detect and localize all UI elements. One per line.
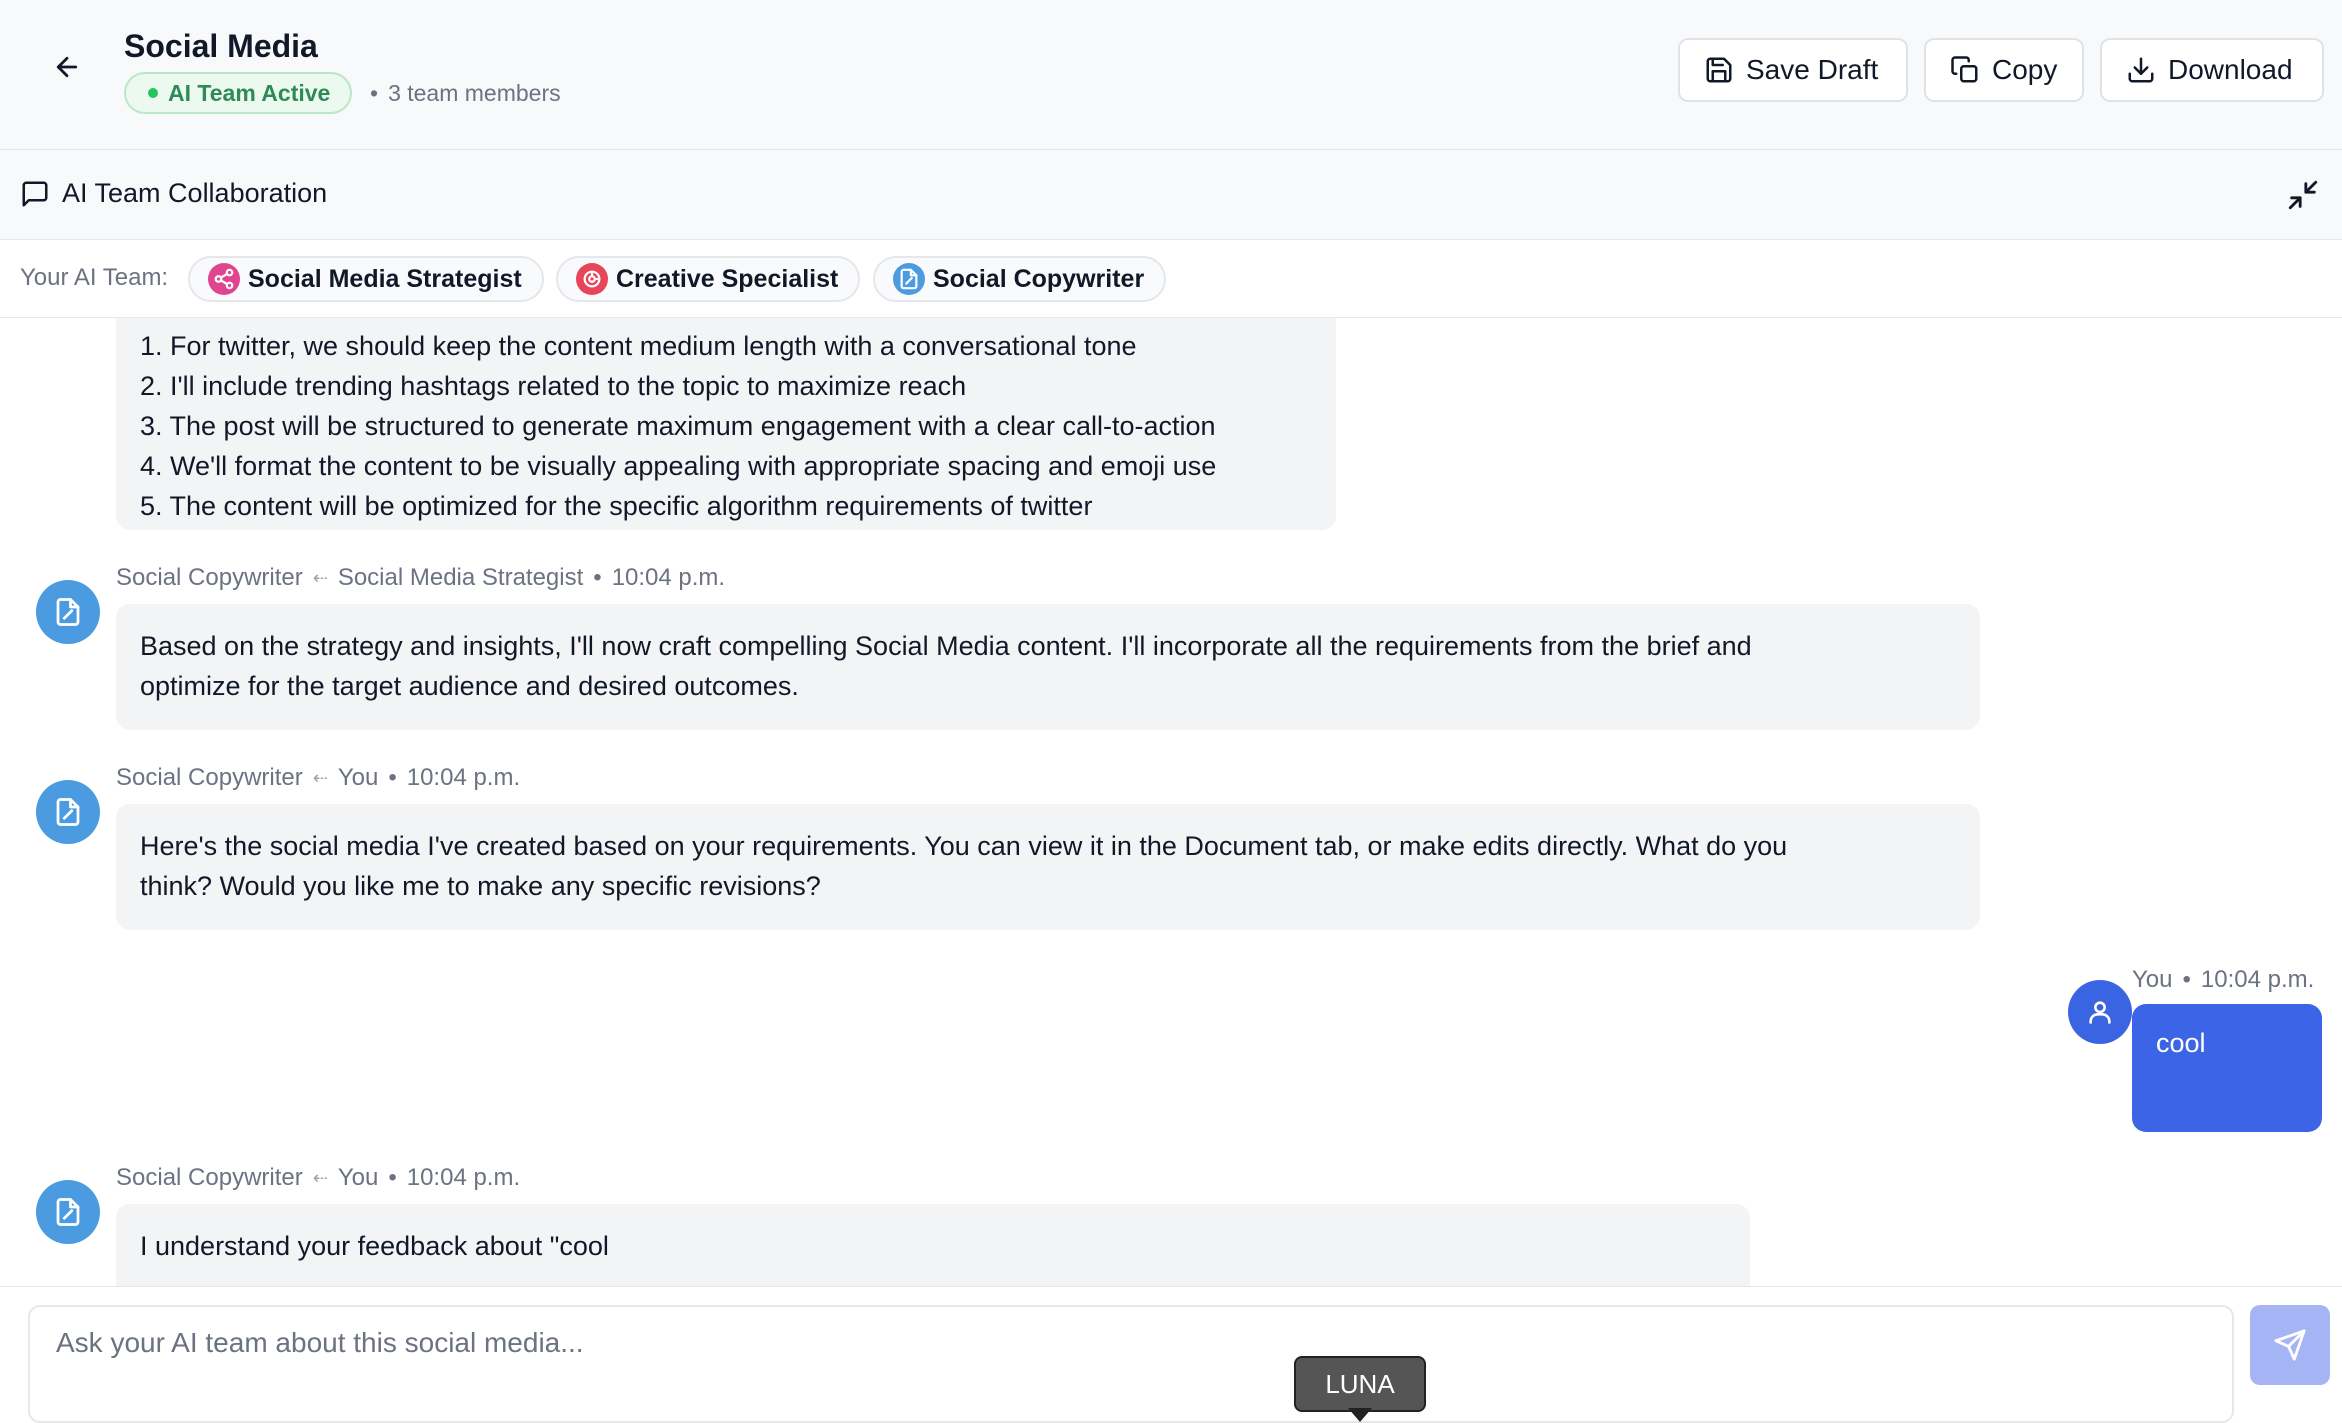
file-edit-icon (56, 598, 80, 626)
agent-avatar (36, 1180, 100, 1244)
message-recipient: Social Media Strategist (337, 564, 584, 591)
message-line: I understand your feedback about "cool (140, 1231, 609, 1261)
back-button[interactable] (46, 46, 88, 88)
message-time: 10:04 p.m. (406, 1164, 521, 1191)
message-line: 2. I'll include trending hashtags relate… (140, 371, 967, 401)
user-message-meta: You • 10:04 p.m. (2132, 966, 2314, 994)
message-square-icon (22, 181, 48, 206)
chat-input-bar (0, 1286, 2342, 1423)
user-icon (2089, 1001, 2111, 1024)
message-sender: Social Copywriter (116, 1164, 303, 1191)
message-sender: Social Copywriter (116, 564, 303, 591)
user-message-bubble: cool (2132, 1004, 2322, 1132)
message-bubble: I understand your feedback about "cool (116, 1204, 1750, 1286)
message-line: 1. For twitter, we should keep the conte… (140, 331, 1137, 361)
copy-label: Copy (1992, 54, 2058, 85)
team-chip-label: Creative Specialist (616, 264, 839, 293)
chat-messages[interactable]: 1. For twitter, we should keep the conte… (0, 318, 2342, 1286)
status-dot-icon (148, 88, 158, 98)
download-button[interactable]: Download (2100, 38, 2324, 102)
message-recipient: You (337, 764, 379, 791)
message-line: 3. The post will be structured to genera… (140, 411, 1216, 441)
team-members-label: 3 team members (388, 80, 561, 106)
collaboration-bar: AI Team Collaboration (0, 150, 2342, 240)
file-edit-icon (893, 263, 925, 295)
message-line: Here's the social media I've created bas… (140, 831, 1788, 861)
meta-dot: • (593, 564, 602, 591)
message-line: think? Would you like me to make any spe… (140, 871, 821, 901)
arrow-left-icon (56, 56, 78, 78)
message-sender: You (2132, 966, 2173, 993)
agent-avatar (36, 780, 100, 844)
team-label: Your AI Team: (20, 264, 169, 291)
reply-arrow-icon: ⇠ (312, 767, 328, 788)
collaboration-title: AI Team Collaboration (20, 178, 327, 209)
collaboration-title-label: AI Team Collaboration (62, 178, 328, 208)
copy-button[interactable]: Copy (1924, 38, 2084, 102)
luna-tooltip: LUNA (1294, 1356, 1426, 1412)
message-time: 10:04 p.m. (2200, 966, 2315, 993)
team-strip: Your AI Team: Social Media Strategist Cr… (0, 240, 2342, 318)
file-edit-icon (56, 1198, 80, 1226)
save-icon (1706, 57, 1732, 83)
send-icon (2274, 1329, 2306, 1361)
send-button[interactable] (2250, 1305, 2330, 1385)
status-badge: AI Team Active (124, 72, 353, 114)
agent-avatar (36, 580, 100, 644)
top-header: Social Media AI Team Active • 3 team memb… (0, 0, 2342, 150)
message-recipient: You (337, 1164, 379, 1191)
separator-dot: • (370, 80, 379, 106)
message-line: Based on the strategy and insights, I'll… (140, 631, 1752, 661)
meta-dot: • (388, 1164, 397, 1191)
save-draft-button[interactable]: Save Draft (1678, 38, 1908, 102)
message-line: optimize for the target audience and des… (140, 671, 799, 701)
minimize-icon (2288, 180, 2318, 210)
download-icon (2128, 57, 2154, 83)
reply-arrow-icon: ⇠ (312, 1167, 328, 1188)
team-chip-creative-specialist[interactable]: Creative Specialist (556, 256, 861, 302)
share-icon (208, 263, 240, 295)
meta-dot: • (2182, 966, 2191, 993)
message-line: 4. We'll format the content to be visual… (140, 451, 1217, 481)
page-title: Social Media (124, 28, 318, 64)
meta-dot: • (388, 764, 397, 791)
team-chip-label: Social Media Strategist (248, 264, 522, 293)
palette-icon (576, 263, 608, 295)
message-meta: Social Copywriter ⇠ You • 10:04 p.m. (116, 1164, 520, 1192)
message-bubble: 1. For twitter, we should keep the conte… (116, 318, 1336, 530)
message-bubble: Here's the social media I've created bas… (116, 804, 1980, 930)
user-avatar (2068, 980, 2132, 1044)
download-label: Download (2168, 54, 2293, 85)
status-badge-label: AI Team Active (168, 79, 331, 106)
message-time: 10:04 p.m. (611, 564, 726, 591)
reply-arrow-icon: ⇠ (312, 567, 328, 588)
user-message-text: cool (2156, 1028, 2206, 1058)
message-meta: Social Copywriter ⇠ You • 10:04 p.m. (116, 764, 520, 792)
team-chip-social-media-strategist[interactable]: Social Media Strategist (188, 256, 544, 302)
file-edit-icon (56, 798, 80, 826)
team-chip-social-copywriter[interactable]: Social Copywriter (873, 256, 1167, 302)
save-draft-label: Save Draft (1746, 54, 1879, 85)
message-bubble: Based on the strategy and insights, I'll… (116, 604, 1980, 730)
message-time: 10:04 p.m. (406, 764, 521, 791)
team-members-count: • 3 team members (370, 80, 561, 107)
message-meta: Social Copywriter ⇠ Social Media Strateg… (116, 564, 725, 592)
chat-input[interactable] (28, 1305, 2234, 1423)
message-sender: Social Copywriter (116, 764, 303, 791)
copy-icon (1951, 56, 1978, 83)
tooltip-tail (1348, 1408, 1372, 1422)
message-line: 5. The content will be optimized for the… (140, 491, 1093, 521)
team-chip-label: Social Copywriter (933, 264, 1145, 293)
minimize-button[interactable] (2286, 178, 2320, 212)
